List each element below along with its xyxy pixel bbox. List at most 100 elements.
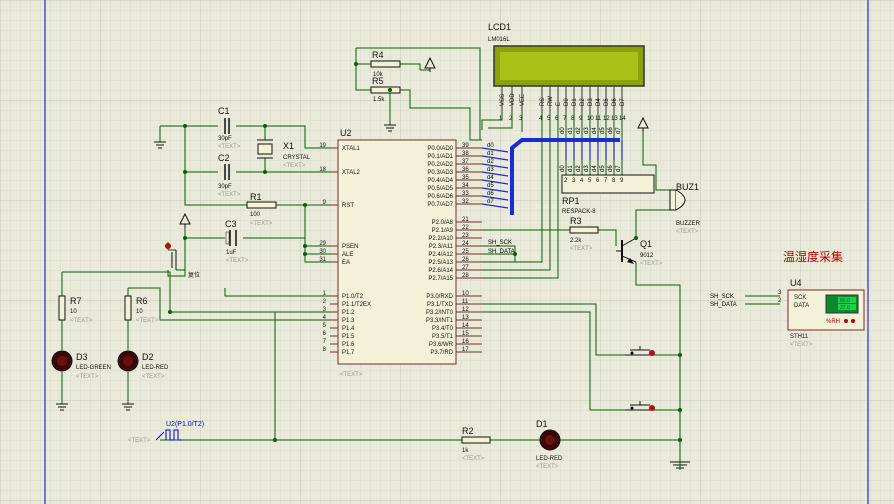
d2-ref: D2 [142, 352, 154, 362]
cn-title: 温湿度采集 [783, 249, 843, 264]
rp1-ref: RP1 [562, 196, 580, 206]
u2-pin-num-right: 25 [462, 249, 469, 255]
lcd-pin-name: D3 [588, 98, 594, 106]
u2-pin-name-right: P0.7/AD7 [427, 202, 453, 208]
bus-label-lcd: d3 [584, 127, 590, 134]
u2-pin-name-left: P1.6 [342, 342, 355, 348]
u2-pin-name-left: P1.1/T2EX [342, 302, 371, 308]
lcd-pin-name: VDD [510, 93, 516, 106]
lcd-glass [500, 52, 638, 80]
u4-ref: U4 [790, 278, 802, 288]
u2-pin-name-right: P2.2/A10 [428, 236, 453, 242]
u4-btn1[interactable] [844, 319, 848, 323]
r4-ref: R4 [372, 50, 384, 60]
c1-ref: C1 [218, 106, 230, 116]
junction-dot [183, 124, 187, 128]
lcd-pin-name: VEE [520, 94, 526, 106]
u2-pin-name-right: P0.2/AD2 [427, 162, 453, 168]
u2-pin-name-left: XTAL2 [342, 170, 361, 176]
u2-pin-num-right: 21 [462, 217, 469, 223]
c3-ref: C3 [225, 219, 237, 229]
r6-ph: <TEXT> [136, 318, 159, 324]
buz-part: BUZZER [676, 221, 701, 227]
u2-pin-name-right: P3.3/INT1 [426, 318, 454, 324]
u2-pin-name-left: XTAL1 [342, 146, 361, 152]
u2-pin-num-right: 13 [462, 315, 469, 321]
rp1-body [561, 174, 655, 194]
d3-part: LED-GREEN [76, 365, 111, 371]
lcd-ref: LCD1 [488, 22, 511, 32]
u2-pin-name-left: RST [342, 203, 354, 209]
bus-label-u2: d2 [487, 159, 494, 165]
u2-pin-num-right: 27 [462, 265, 469, 271]
bus-label-u2: d6 [487, 191, 494, 197]
u2-pin-name-right: P3.1/TXD [427, 302, 454, 308]
junction-dot [183, 236, 187, 240]
x1-part: CRYSTAL [283, 155, 311, 161]
junction-dot [303, 252, 307, 256]
bus-label-u2: d3 [487, 167, 494, 173]
c2-val: 30pF [218, 184, 232, 190]
u2-pin-name-left: PSEN [342, 244, 358, 250]
net-sck-u4: SH_SCK [710, 294, 734, 300]
junction-dot [678, 353, 682, 357]
junction-dot [263, 124, 267, 128]
r4-body [370, 60, 401, 68]
c1-val: 30pF [218, 136, 232, 142]
junction-dot [168, 310, 172, 314]
r6-ref: R6 [136, 296, 148, 306]
q1-part: 9012 [640, 253, 654, 259]
r3-ph: <TEXT> [570, 246, 593, 252]
u4-pin-data: DATA [794, 303, 809, 309]
u2-pin-name-left: P1.4 [342, 326, 355, 332]
u4-btn2[interactable] [851, 319, 855, 323]
u2-ph: <TEXT> [340, 372, 363, 378]
bus-label-lcd: d1 [568, 127, 574, 134]
u2-pin-name-left: ALE [342, 252, 353, 258]
u2-pin-name-right: P3.0/RXD [426, 294, 453, 300]
u2-pin-name-right: P3.7/RD [430, 350, 453, 356]
r7-ref: R7 [70, 296, 82, 306]
u2-pin-num-right: 12 [462, 307, 469, 313]
u2-pin-name-left: P1.5 [342, 334, 355, 340]
u2-pin-num-right: 14 [462, 323, 469, 329]
r5-ref: R5 [372, 76, 384, 86]
junction-dot [634, 236, 638, 240]
lcd-pin-name: D1 [572, 98, 578, 106]
u2-pin-num-right: 17 [462, 347, 469, 353]
u2-pin-name-right: P3.4/T0 [432, 326, 454, 332]
net-data-u2: SH_DATA [488, 249, 515, 255]
reset-button-cap [165, 243, 171, 249]
u2-pin-name-right: P2.6/A14 [428, 268, 453, 274]
q1-ref: Q1 [640, 239, 652, 249]
u2-pin-num-right: 23 [462, 233, 469, 239]
bus-label-u2: d0 [487, 143, 494, 149]
u2-pin-num-right: 37 [462, 159, 469, 165]
d2-ph: <TEXT> [142, 374, 165, 380]
bus-label-rp: d4 [592, 165, 598, 172]
u2-pin-name-right: P0.1/AD1 [427, 154, 453, 160]
d1-part: LED-RED [536, 456, 563, 462]
buz-ph: <TEXT> [676, 229, 699, 235]
u2-pin-name-right: P0.4/AD4 [427, 178, 453, 184]
u2-pin-name-right: P2.7/A15 [428, 276, 453, 282]
u2-pin-num-left: 31 [319, 257, 326, 263]
bus-label-u2: d1 [487, 151, 494, 157]
u2-pin-name-left: P1.3 [342, 318, 355, 324]
junction-dot [183, 170, 187, 174]
u2-pin-num-left: 19 [319, 143, 326, 149]
u2-pin-num-right: 24 [462, 241, 469, 247]
u2-pin-name-left: P1.0/T2 [342, 294, 364, 300]
schematic-svg: LCD1 LM016L VSS1VDD2VEE3RS4RW5E6D07D18D2… [0, 0, 894, 504]
u2-pin-name-right: P3.6/WR [429, 342, 454, 348]
junction-dot [354, 62, 358, 66]
bus-label-lcd: d5 [600, 127, 606, 134]
u2-pin-num-left: 29 [319, 241, 326, 247]
lcd-pin-num: 14 [619, 116, 626, 122]
c3-val: 1uF [226, 250, 237, 256]
r5-val: 1.5k [373, 97, 385, 103]
bus-label-u2: d7 [487, 199, 494, 205]
u4-rh: %RH [826, 319, 840, 325]
u2-pin-num-right: 36 [462, 167, 469, 173]
q1-ph: <TEXT> [640, 261, 663, 267]
